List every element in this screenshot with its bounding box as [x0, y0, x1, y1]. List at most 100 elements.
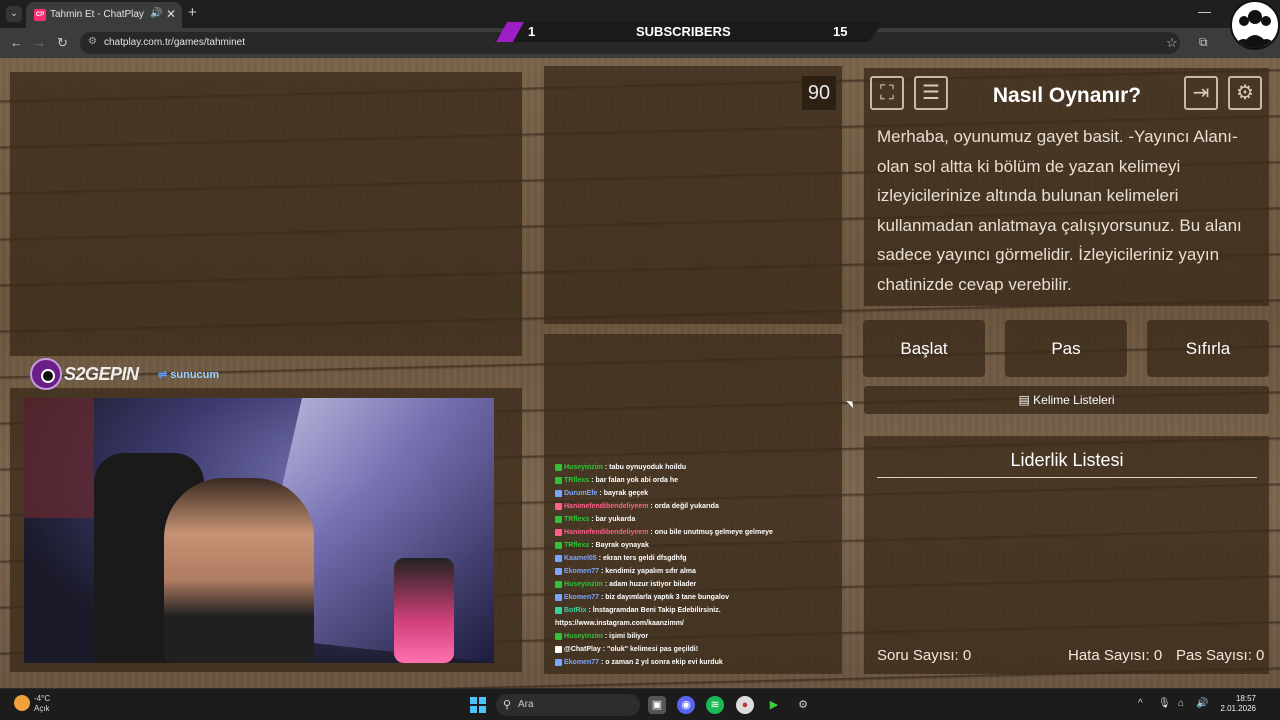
chat-badge-icon [555, 632, 562, 640]
chat-username: DurumEfe [564, 490, 598, 497]
chat-overlay: Huseyinzim : tabu oynuyoduk hoildu TRflex… [555, 461, 823, 667]
site-info-icon[interactable]: ⚙ [88, 36, 97, 47]
webcam-microphone [394, 558, 454, 663]
sponsor-logo: ⇌ sunucum [158, 369, 220, 381]
webcam-feed [24, 398, 494, 663]
chat-text: "oluk" kelimesi pas geçildi! [607, 646, 699, 653]
weather-icon[interactable] [14, 695, 30, 711]
discord-icon[interactable]: ◉ [677, 696, 695, 714]
chat-message: Ekomen77 : biz dayımlarla yaptık 3 tane … [555, 591, 823, 604]
chat-message: Huseyinzim : işimi biliyor [555, 630, 823, 643]
task-view-icon[interactable]: ▣ [648, 696, 666, 714]
chat-message: Kaamel05 : ekran ters geldi dfsgdhfg [555, 552, 823, 565]
chat-text: ekran ters geldi dfsgdhfg [602, 555, 687, 562]
chat-message: Huseyinzim : adam huzur istiyor bilader [555, 578, 823, 591]
weather-desc: Açık [34, 704, 50, 713]
network-icon[interactable]: ⌂ [1178, 698, 1184, 709]
clock-date: 2.01.2026 [1220, 704, 1256, 713]
chrome-icon[interactable]: ● [736, 696, 754, 714]
chat-text: İnstagramdan Beni Takip Edebilirsiniz. [592, 607, 721, 614]
error-count: Hata Sayısı: 0 [1068, 647, 1163, 664]
leaderboard-title: Liderlik Listesi [877, 450, 1257, 478]
chat-message: Ekomen77 : o zaman 2 yıl sonra ekip evi … [555, 656, 823, 667]
broadcaster-area-top [10, 72, 522, 356]
chat-badge-icon [555, 489, 562, 497]
subscriber-bar: 1 SUBSCRIBERS 15 [494, 22, 884, 42]
start-button[interactable]: Başlat [863, 320, 985, 377]
chat-message: Hanimefendibendeliyeem : onu bile unutmu… [555, 526, 823, 539]
sponsor-logos: S2GEPIN ⇌ sunucum [30, 358, 260, 390]
how-to-play-title: Nasıl Oynanır? [992, 84, 1142, 107]
audio-icon[interactable]: 🔊 [150, 8, 162, 19]
chat-message: TRflexs : bar falan yok abi orda he [555, 474, 823, 487]
sponsor-logo-text: sunucum [170, 369, 220, 381]
word-lists-button[interactable]: ▤ Kelime Listeleri [864, 386, 1269, 414]
chat-message: BotRix : İnstagramdan Beni Takip Edebili… [555, 604, 823, 617]
tab-favicon: CP [34, 9, 46, 21]
pass-button[interactable]: Pas [1005, 320, 1127, 377]
middle-panel-top [544, 66, 842, 324]
chat-username: Huseyinzim [564, 581, 603, 588]
chat-text: https://www.instagram.com/kaanzimm/ [555, 620, 684, 627]
tab-title: Tahmin Et - ChatPlay [50, 9, 144, 20]
chat-badge-icon [555, 567, 562, 575]
chat-username: TRflexs [564, 516, 590, 523]
settings-gear-icon[interactable]: ⚙ [794, 696, 812, 714]
windows-taskbar: -4°C Açık ⚲ Ara ▣ ◉ ≋ ● ▶ ⚙ ^ 🎙 ⌂ 🔊 18:5… [0, 688, 1280, 720]
spotify-icon[interactable]: ≋ [706, 696, 724, 714]
how-to-play-text: Merhaba, oyunumuz gayet basit. -Yayıncı … [877, 127, 1242, 294]
volume-icon[interactable]: 🔊 [1196, 698, 1208, 709]
chat-username: Huseyinzim [564, 633, 603, 640]
chat-badge-icon [555, 502, 562, 510]
mouse-cursor [846, 398, 856, 408]
chat-text: orda değil yukarıda [654, 503, 719, 510]
system-clock[interactable]: 18:57 2.01.2026 [1216, 694, 1256, 714]
chat-text: bayrak geçek [603, 490, 649, 497]
chat-text: kendimiz yapalım sıfır alma [605, 568, 696, 575]
taskbar-search[interactable]: ⚲ Ara [496, 694, 640, 716]
chat-text: Bayrak oynayak [595, 542, 649, 549]
chat-text: bar falan yok abi orda he [595, 477, 678, 484]
chat-badge-icon [555, 554, 562, 562]
forward-icon[interactable]: → [33, 35, 46, 50]
countdown-timer: 90 [802, 76, 836, 110]
close-icon[interactable]: ✕ [166, 7, 176, 21]
subscriber-left-value: 1 [528, 24, 536, 39]
chat-badge-icon [555, 580, 562, 588]
weather-widget[interactable]: -4°C Açık [34, 694, 50, 714]
pass-count: Pas Sayısı: 0 [1176, 647, 1265, 664]
fullscreen-icon[interactable]: ⛶ [870, 76, 904, 110]
start-windows-icon[interactable] [470, 697, 486, 713]
game-page: 90 S2GEPIN ⇌ sunucum Huseyinzim : tabu o… [0, 58, 1280, 688]
media-player-icon[interactable]: ▶ [765, 696, 783, 714]
chat-message: Ekomen77 : kendimiz yapalım sıfır alma [555, 565, 823, 578]
chat-username: Hanimefendibendeliyeem [564, 503, 649, 510]
extension-icon[interactable]: ⧉ [1199, 35, 1208, 50]
chat-text: biz dayımlarla yaptık 3 tane bungalov [605, 594, 729, 601]
chat-message: TRflexs : Bayrak oynayak [555, 539, 823, 552]
chat-badge-icon [555, 606, 562, 614]
chat-message: Hanimefendibendeliyeem : orda değil yuka… [555, 500, 823, 513]
back-icon[interactable]: ← [10, 35, 23, 50]
minimize-icon[interactable]: — [1198, 4, 1211, 19]
new-tab-plus-icon[interactable]: + [188, 4, 197, 21]
microphone-icon[interactable]: 🎙 [1158, 698, 1171, 709]
chat-text: tabu oynuyoduk hoildu [609, 464, 687, 471]
chat-message: https://www.instagram.com/kaanzimm/ [555, 617, 823, 630]
chat-username: BotRix [564, 607, 587, 614]
chat-username: Kaamel05 [564, 555, 597, 562]
subscriber-label: SUBSCRIBERS [636, 24, 731, 39]
gear-icon[interactable]: ⚙ [1228, 76, 1262, 110]
browser-tab[interactable]: CP Tahmin Et - ChatPlay 🔊 ✕ [26, 2, 182, 28]
webcam-bg-art [24, 398, 94, 518]
star-icon[interactable]: ☆ [1166, 35, 1178, 51]
reset-button[interactable]: Sıfırla [1147, 320, 1269, 377]
chat-badge-icon [555, 515, 562, 523]
chat-message: DurumEfe : bayrak geçek [555, 487, 823, 500]
reload-icon[interactable]: ↻ [57, 35, 68, 51]
chat-username: Hanimefendibendeliyeem [564, 529, 649, 536]
tray-chevron-up-icon[interactable]: ^ [1138, 698, 1143, 709]
webcam-streamer [164, 478, 314, 663]
tab-list-chevron-down-icon[interactable]: ⌄ [6, 6, 22, 22]
list-icon: ▤ [1018, 393, 1030, 407]
